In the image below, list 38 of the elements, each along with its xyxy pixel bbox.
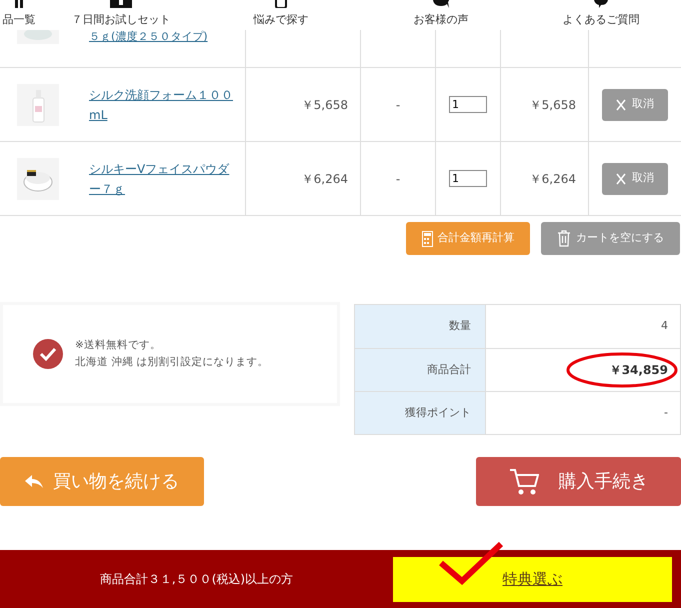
- notice-text: 北海道 沖縄 は別割引設定になります。: [75, 355, 269, 370]
- product-link[interactable]: シルク洗顔フォーム１００mL: [89, 84, 239, 124]
- price: ￥5,658: [302, 96, 348, 114]
- check-circle-icon: [33, 339, 63, 369]
- subtotal: ￥5,658: [530, 96, 576, 114]
- trash-icon: [557, 230, 571, 247]
- close-icon: [616, 98, 626, 110]
- nav-icon: [275, 0, 287, 8]
- discount: -: [396, 96, 400, 114]
- summary-value: 4: [661, 318, 668, 334]
- nav-link[interactable]: お客様の声: [414, 12, 468, 28]
- nav-icon: [594, 0, 608, 8]
- summary-value: -: [664, 404, 668, 421]
- nav-link[interactable]: ７日間お試しセット: [72, 12, 170, 28]
- promo-text: 商品合計３１,５００(税込)以上の方: [100, 571, 294, 588]
- quantity-field[interactable]: 1: [449, 96, 487, 113]
- nav-link[interactable]: 品一覧: [2, 12, 36, 28]
- product-link[interactable]: シルキーVフェイスパウダー７ｇ: [89, 158, 239, 198]
- summary-label: 獲得ポイント: [405, 404, 471, 421]
- summary-label: 数量: [449, 318, 471, 334]
- nav-icon: [432, 0, 450, 8]
- back-arrow-icon: [25, 474, 43, 488]
- quantity-field[interactable]: 1: [449, 170, 487, 187]
- price: ￥6,264: [302, 170, 348, 188]
- summary-value: ￥34,859: [610, 362, 668, 379]
- discount: -: [396, 170, 400, 188]
- checkout-button[interactable]: 購入手続き: [476, 457, 681, 506]
- benefit-link[interactable]: 特典選ぶ: [393, 556, 672, 602]
- close-icon: [616, 172, 626, 184]
- calculator-icon: [422, 230, 432, 246]
- nav-link[interactable]: 悩みで探す: [254, 12, 308, 28]
- summary-label: 商品合計: [427, 362, 471, 378]
- nav-link[interactable]: よくあるご質問: [562, 12, 640, 28]
- cart-icon: [508, 468, 538, 496]
- subtotal: ￥6,264: [530, 170, 576, 188]
- nav-icon: [15, 0, 23, 8]
- product-link[interactable]: ５ｇ(濃度２５０タイプ): [89, 30, 208, 43]
- notice-text: ※送料無料です。: [75, 338, 162, 353]
